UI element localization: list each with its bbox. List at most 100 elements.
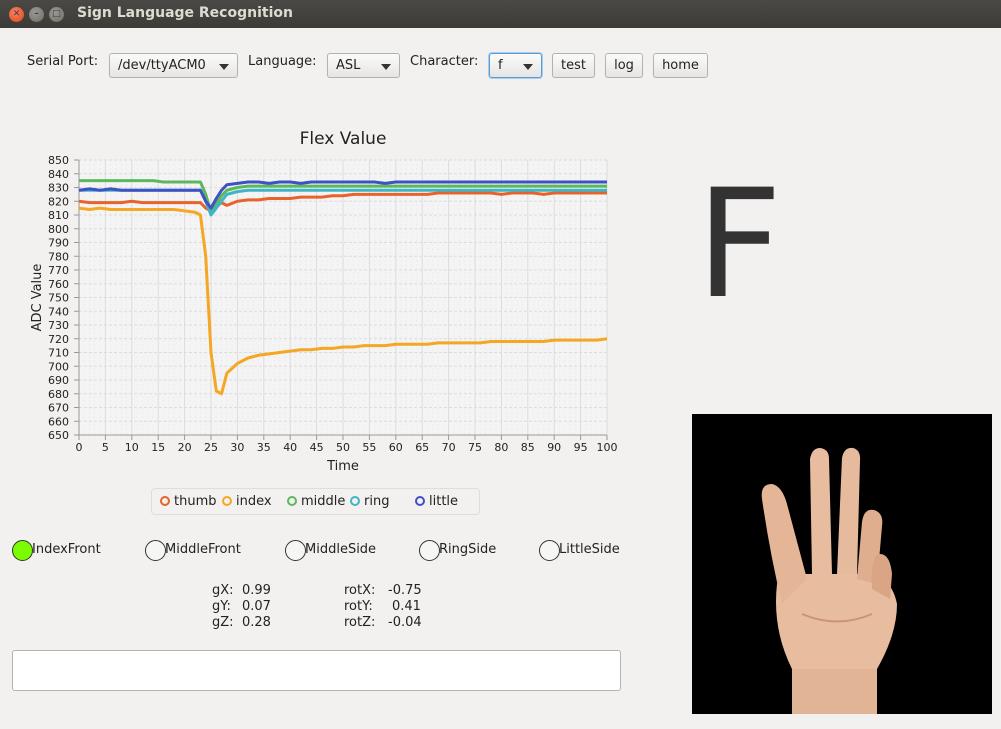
- serial-port-value: /dev/ttyACM0: [118, 58, 206, 73]
- y-tick-label: 720: [48, 333, 69, 346]
- x-tick-label: 15: [151, 441, 165, 454]
- contact-label: LittleSide: [559, 542, 620, 557]
- legend-label: thumb: [174, 494, 217, 509]
- y-tick-label: 840: [48, 168, 69, 181]
- y-tick-label: 820: [48, 195, 69, 208]
- close-icon[interactable]: ✕: [9, 7, 24, 22]
- y-tick-label: 650: [48, 429, 69, 442]
- radio-indicator[interactable]: [419, 540, 440, 561]
- x-tick-label: 75: [468, 441, 482, 454]
- recognized-letter: F: [696, 158, 783, 332]
- y-tick-label: 790: [48, 237, 69, 250]
- radio-indicator[interactable]: [539, 540, 560, 561]
- radio-indicator[interactable]: [145, 540, 166, 561]
- x-tick-label: 0: [76, 441, 83, 454]
- chart-legend: thumb index middle ring little: [151, 488, 480, 515]
- y-tick-label: 690: [48, 374, 69, 387]
- legend-marker: [287, 496, 297, 506]
- log-button[interactable]: log: [605, 53, 643, 78]
- y-axis-label: ADC Value: [30, 264, 45, 332]
- contact-label: MiddleFront: [165, 542, 241, 557]
- x-tick-label: 40: [283, 441, 297, 454]
- hand-illustration: [692, 414, 992, 714]
- language-select[interactable]: ASL: [327, 53, 400, 78]
- contact-label: IndexFront: [32, 542, 101, 557]
- rotz-label: rotZ:: [344, 615, 376, 630]
- roty-label: rotY:: [344, 599, 373, 614]
- legend-item-thumb: thumb: [160, 494, 217, 509]
- y-tick-label: 740: [48, 305, 69, 318]
- x-tick-label: 100: [597, 441, 618, 454]
- legend-item-ring: ring: [350, 494, 389, 509]
- language-label: Language:: [248, 54, 317, 69]
- chart-title: Flex Value: [300, 129, 387, 149]
- output-text-field[interactable]: [12, 650, 621, 691]
- legend-label: ring: [364, 494, 390, 509]
- hand-sign-image: [692, 414, 992, 714]
- x-tick-label: 5: [102, 441, 109, 454]
- roty-value: 0.41: [392, 599, 421, 614]
- gy-value: 0.07: [242, 599, 271, 614]
- gy-label: gY:: [212, 599, 231, 614]
- flex-value-chart: 6506606706806907007107207307407507607707…: [30, 129, 618, 474]
- title-bar: ✕ – □ Sign Language Recognition: [0, 0, 1001, 28]
- y-tick-label: 830: [48, 182, 69, 195]
- legend-label: little: [429, 494, 459, 509]
- y-tick-label: 770: [48, 264, 69, 277]
- legend-item-little: little: [415, 494, 458, 509]
- x-tick-label: 70: [442, 441, 456, 454]
- y-tick-label: 850: [48, 154, 69, 167]
- legend-marker: [160, 496, 170, 506]
- window-title: Sign Language Recognition: [77, 5, 293, 21]
- chevron-down-icon: [219, 64, 229, 70]
- legend-item-middle: middle: [287, 494, 345, 509]
- y-tick-label: 680: [48, 388, 69, 401]
- gx-value: 0.99: [242, 583, 271, 598]
- chevron-down-icon: [381, 64, 391, 70]
- character-value: f: [498, 58, 503, 73]
- x-tick-label: 95: [574, 441, 588, 454]
- character-select[interactable]: f: [489, 53, 542, 78]
- contact-label: RingSide: [439, 542, 497, 557]
- x-tick-label: 25: [204, 441, 218, 454]
- y-tick-label: 800: [48, 223, 69, 236]
- language-value: ASL: [336, 58, 361, 73]
- x-tick-label: 50: [336, 441, 350, 454]
- rotx-value: -0.75: [388, 583, 422, 598]
- gx-label: gX:: [212, 583, 234, 598]
- contact-label: MiddleSide: [305, 542, 377, 557]
- radio-indicator[interactable]: [12, 540, 33, 561]
- legend-label: middle: [301, 494, 346, 509]
- minimize-icon[interactable]: –: [29, 7, 44, 22]
- home-button[interactable]: home: [653, 53, 708, 78]
- x-tick-label: 90: [547, 441, 561, 454]
- radio-indicator[interactable]: [285, 540, 306, 561]
- chevron-down-icon: [523, 64, 533, 70]
- test-button[interactable]: test: [552, 53, 595, 78]
- rotz-value: -0.04: [388, 615, 422, 630]
- x-tick-label: 10: [125, 441, 139, 454]
- y-tick-label: 780: [48, 250, 69, 263]
- x-tick-label: 35: [257, 441, 271, 454]
- rotx-label: rotX:: [344, 583, 376, 598]
- legend-marker: [222, 496, 232, 506]
- legend-marker: [350, 496, 360, 506]
- y-tick-label: 810: [48, 209, 69, 222]
- y-tick-label: 700: [48, 360, 69, 373]
- maximize-icon[interactable]: □: [49, 7, 64, 22]
- legend-marker: [415, 496, 425, 506]
- legend-label: index: [236, 494, 272, 509]
- x-tick-label: 85: [521, 441, 535, 454]
- app-window: ✕ – □ Sign Language Recognition Serial P…: [0, 0, 1001, 729]
- y-tick-label: 670: [48, 402, 69, 415]
- legend-item-index: index: [222, 494, 272, 509]
- serial-port-select[interactable]: /dev/ttyACM0: [109, 53, 238, 78]
- x-tick-label: 65: [415, 441, 429, 454]
- x-tick-label: 55: [362, 441, 376, 454]
- y-tick-label: 760: [48, 278, 69, 291]
- x-axis-label: Time: [326, 459, 359, 474]
- y-tick-label: 730: [48, 319, 69, 332]
- gz-label: gZ:: [212, 615, 234, 630]
- serial-port-label: Serial Port:: [27, 54, 99, 69]
- y-tick-label: 660: [48, 415, 69, 428]
